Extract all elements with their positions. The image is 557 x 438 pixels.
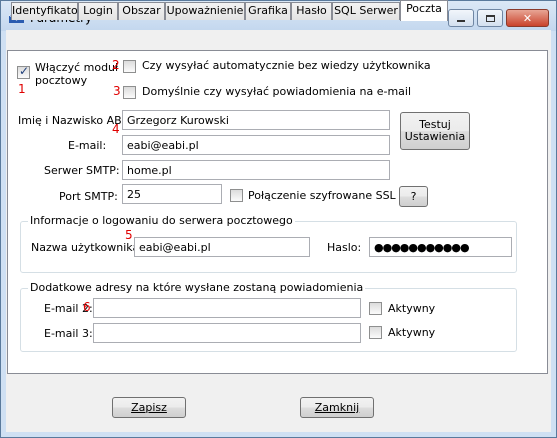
tab-poczta[interactable]: Poczta bbox=[400, 0, 448, 21]
tab-identyfikator[interactable]: Identyfikator bbox=[11, 2, 82, 20]
email3-active-label: Aktywny bbox=[388, 326, 436, 339]
tab-upowaznienie[interactable]: Upoważnienie bbox=[165, 2, 245, 20]
smtp-input[interactable]: home.pl bbox=[122, 160, 390, 180]
username-input[interactable]: eabi@eabi.pl bbox=[134, 237, 310, 257]
auto-send-label: Czy wysyłać automatycznie bez wiedzy uży… bbox=[142, 59, 431, 72]
tab-grafika[interactable]: Grafika bbox=[245, 2, 291, 20]
test-settings-button[interactable]: Testuj Ustawienia bbox=[400, 112, 470, 150]
tab-obszar[interactable]: Obszar bbox=[118, 2, 165, 20]
username-label: Nazwa użytkownika: bbox=[31, 241, 143, 254]
tab-label: Identyfikator bbox=[12, 4, 83, 17]
email-input[interactable]: eabi@eabi.pl bbox=[122, 135, 390, 155]
tab-label: Upoważnienie bbox=[166, 4, 244, 17]
save-button[interactable]: Zapisz bbox=[112, 397, 186, 418]
enable-module-checkbox[interactable]: ✓ bbox=[17, 64, 30, 79]
tab-login[interactable]: Login bbox=[78, 2, 118, 20]
tab-sql-serwer[interactable]: SQL Serwer bbox=[332, 2, 400, 20]
extra-emails-group-title: Dodatkowe adresy na które wysłane zostan… bbox=[28, 281, 366, 294]
marker-3: 3 bbox=[113, 84, 121, 98]
email3-active-checkbox[interactable] bbox=[369, 326, 382, 339]
close-icon: ✕ bbox=[522, 11, 533, 25]
ssl-checkbox[interactable] bbox=[230, 189, 243, 202]
help-button[interactable]: ? bbox=[399, 186, 428, 207]
login-group-title: Informacje o logowaniu do serwera poczto… bbox=[28, 214, 295, 227]
name-input[interactable]: Grzegorz Kurowski bbox=[122, 110, 390, 130]
email2-active-label: Aktywny bbox=[388, 302, 436, 315]
tab-label: Login bbox=[83, 4, 113, 17]
tab-label: Hasło bbox=[296, 4, 327, 17]
port-label: Port SMTP: bbox=[59, 190, 118, 203]
enable-module-label-2: pocztowy bbox=[35, 74, 88, 87]
tab-label: SQL Serwer bbox=[334, 4, 398, 17]
ssl-label: Połączenie szyfrowane SSL bbox=[248, 189, 396, 202]
port-input[interactable]: 25 bbox=[122, 184, 222, 204]
default-send-checkbox[interactable] bbox=[123, 86, 136, 99]
tab-haslo[interactable]: Hasło bbox=[291, 2, 332, 20]
minimize-icon bbox=[457, 19, 465, 22]
close-window-button[interactable]: ✕ bbox=[506, 9, 549, 27]
email-label: E-mail: bbox=[68, 139, 107, 152]
tab-label: Obszar bbox=[122, 4, 161, 17]
marker-4: 4 bbox=[112, 122, 120, 136]
marker-5: 5 bbox=[125, 228, 133, 242]
smtp-label: Serwer SMTP: bbox=[44, 164, 120, 177]
minimize-button[interactable] bbox=[448, 9, 474, 27]
test-label-2: Ustawienia bbox=[404, 130, 466, 143]
checkmark-icon: ✓ bbox=[19, 64, 30, 78]
default-send-label: Domyślnie czy wysyłać powiadomienia na e… bbox=[142, 85, 412, 98]
maximize-icon bbox=[485, 14, 495, 22]
marker-1: 1 bbox=[18, 82, 26, 96]
email2-input[interactable] bbox=[93, 298, 361, 318]
email2-active-checkbox[interactable] bbox=[369, 302, 382, 315]
email3-label: E-mail 3: bbox=[44, 327, 93, 340]
enable-module-label: Włączyć moduł bbox=[35, 61, 119, 74]
tab-label: Poczta bbox=[406, 2, 442, 15]
email3-input[interactable] bbox=[93, 323, 361, 343]
auto-send-checkbox[interactable] bbox=[123, 60, 136, 73]
maximize-button[interactable] bbox=[477, 9, 503, 27]
tab-label: Grafika bbox=[248, 4, 288, 17]
password-input[interactable]: ●●●●●●●●●●● bbox=[369, 237, 512, 257]
password-label: Haslo: bbox=[327, 241, 362, 254]
marker-6: 6 bbox=[83, 300, 91, 314]
marker-2: 2 bbox=[112, 58, 120, 72]
close-button[interactable]: Zamknij bbox=[300, 397, 374, 418]
